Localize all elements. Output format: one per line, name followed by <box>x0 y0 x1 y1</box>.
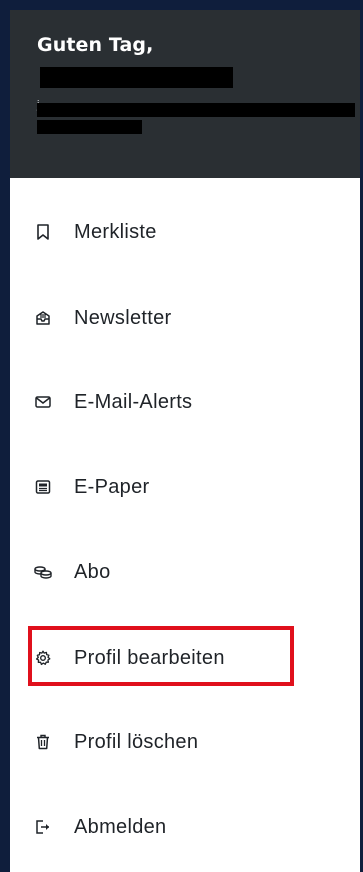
bookmark-icon <box>33 222 53 242</box>
menu-item-email-alerts[interactable]: E-Mail-Alerts <box>10 372 360 432</box>
menu-item-label: E-Mail-Alerts <box>74 390 193 413</box>
logout-icon <box>33 817 53 837</box>
menu-item-label: Profil löschen <box>74 730 199 753</box>
coins-icon <box>33 562 53 582</box>
trash-icon <box>33 732 53 752</box>
user-header: Guten Tag, j <box>10 10 360 178</box>
menu-item-abmelden[interactable]: Abmelden <box>10 797 360 857</box>
menu-item-label: E-Paper <box>74 475 150 498</box>
menu-item-merkliste[interactable]: Merkliste <box>10 202 360 262</box>
newspaper-icon <box>33 477 53 497</box>
menu-item-newsletter[interactable]: Newsletter <box>10 288 360 348</box>
redacted-user-email-continued <box>37 120 142 134</box>
menu-item-profil-loeschen[interactable]: Profil löschen <box>10 712 360 772</box>
redacted-user-name <box>40 67 233 88</box>
mail-icon <box>33 392 53 412</box>
menu-item-label: Abo <box>74 560 111 583</box>
menu-item-label: Merkliste <box>74 220 157 243</box>
highlight-box <box>28 626 294 686</box>
menu-item-label: Newsletter <box>74 306 172 329</box>
redacted-user-email <box>37 103 355 117</box>
newsletter-icon <box>33 308 53 328</box>
menu-item-label: Abmelden <box>74 815 167 838</box>
menu-item-e-paper[interactable]: E-Paper <box>10 457 360 517</box>
greeting: Guten Tag, <box>37 34 154 56</box>
menu-item-abo[interactable]: Abo <box>10 542 360 602</box>
